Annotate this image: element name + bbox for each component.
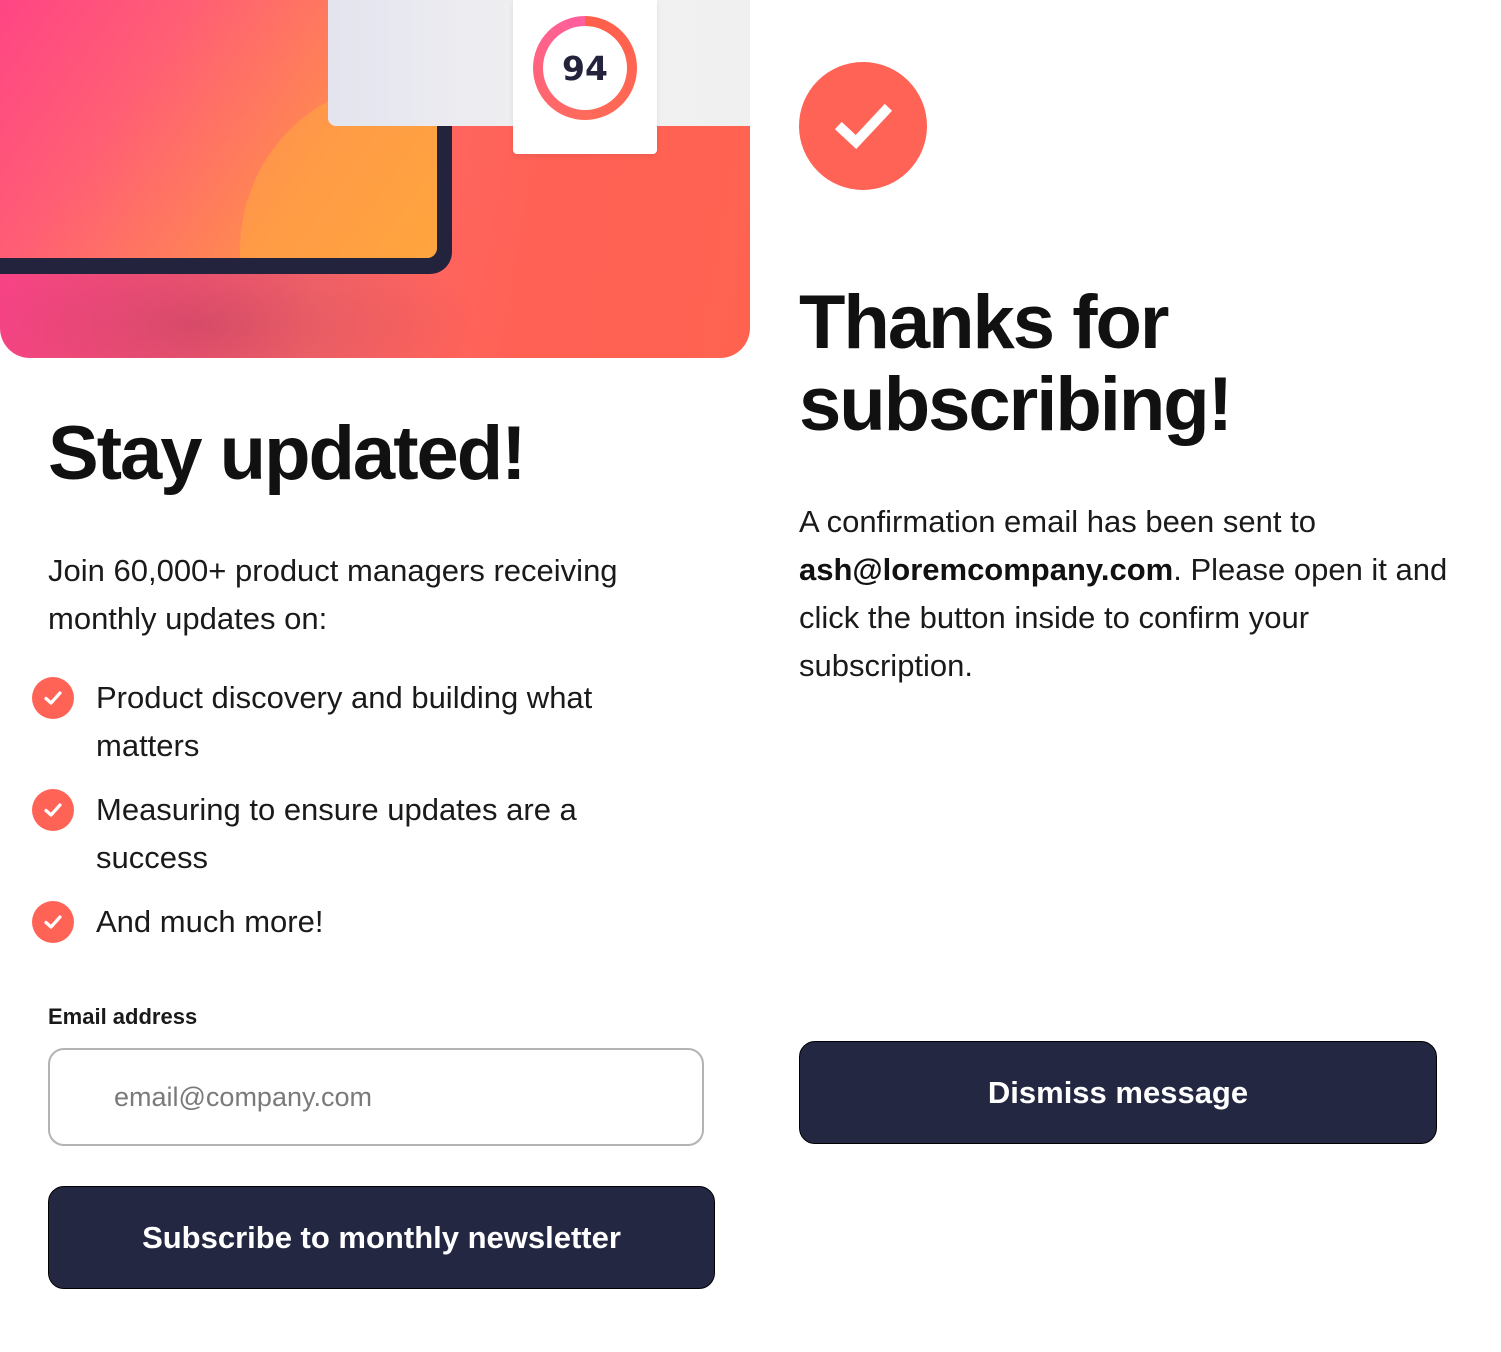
benefit-item: Product discovery and building what matt…: [32, 674, 652, 770]
signup-intro: Join 60,000+ product managers receiving …: [48, 553, 618, 636]
benefit-list: Product discovery and building what matt…: [32, 674, 652, 962]
dismiss-button[interactable]: Dismiss message: [799, 1041, 1437, 1144]
benefit-item: Measuring to ensure updates are a succes…: [32, 786, 652, 882]
success-check-icon: [799, 62, 927, 190]
hero-illustration: 94: [0, 0, 750, 358]
benefit-text: Product discovery and building what matt…: [96, 680, 593, 763]
score-ring: 94: [533, 16, 637, 120]
subscribe-button[interactable]: Subscribe to monthly newsletter: [48, 1186, 715, 1289]
signup-title: Stay updated!: [48, 411, 526, 496]
confirmation-prefix: A confirmation email has been sent to: [799, 504, 1316, 539]
benefit-item: And much more!: [32, 898, 652, 946]
success-title: Thanks for subscribing!: [799, 280, 1233, 447]
email-input[interactable]: [48, 1048, 704, 1146]
check-circle-icon: [32, 789, 74, 831]
benefit-text: Measuring to ensure updates are a succes…: [96, 792, 577, 875]
email-label: Email address: [48, 1004, 198, 1029]
subscriber-email: ash@loremcompany.com: [799, 552, 1174, 587]
score-value: 94: [543, 26, 627, 110]
benefit-text: And much more!: [96, 904, 324, 939]
check-circle-icon: [32, 677, 74, 719]
check-circle-icon: [32, 901, 74, 943]
confirmation-message: A confirmation email has been sent to as…: [799, 498, 1459, 690]
